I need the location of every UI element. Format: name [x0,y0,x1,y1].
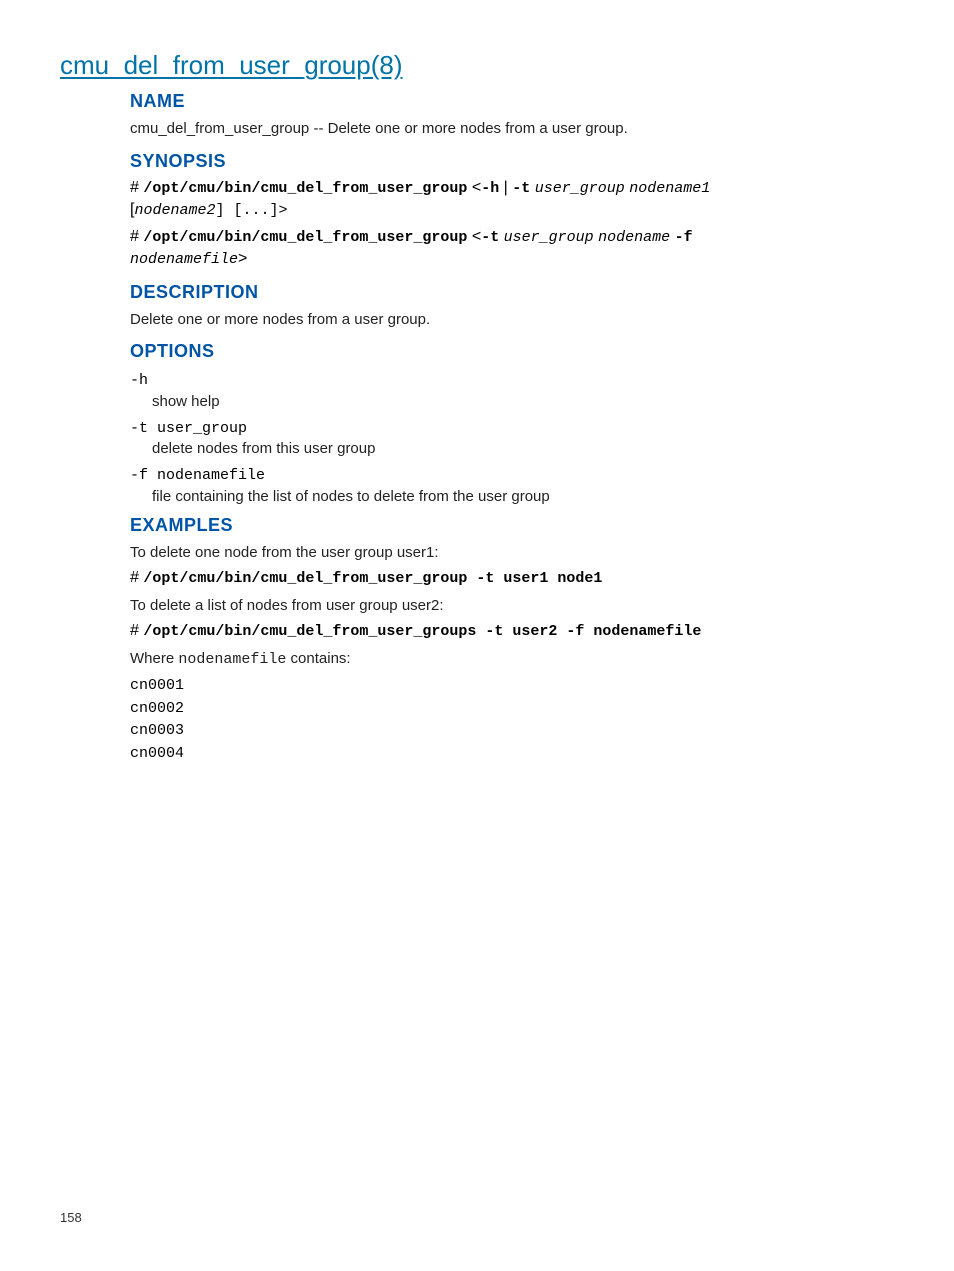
man-page: cmu_del_from_user_group(8) NAME cmu_del_… [0,0,954,807]
options-list: -h show help -t user_group delete nodes … [130,370,894,505]
synopsis-1-mid1: < [467,179,481,196]
section-examples-heading: EXAMPLES [130,515,894,536]
option-flag-text: -f [130,467,157,484]
example-2-prefix: # [130,622,143,639]
section-synopsis-heading: SYNOPSIS [130,151,894,172]
section-description-heading: DESCRIPTION [130,282,894,303]
option-flag-text: -h [130,372,148,389]
synopsis-2-usergroup: user_group [504,229,594,246]
synopsis-2-prefix: # [130,228,143,245]
synopsis-1-usergroup: user_group [535,180,625,197]
example-1-cmd: /opt/cmu/bin/cmu_del_from_user_group -t … [143,570,602,587]
example-2-cmd: /opt/cmu/bin/cmu_del_from_user_groups -t… [143,623,701,640]
synopsis-line-2: # /opt/cmu/bin/cmu_del_from_user_group <… [130,227,894,272]
where-post: contains: [286,650,350,667]
example-file-contents: cn0001 cn0002 cn0003 cn0004 [130,675,894,765]
name-sep: -- [309,120,327,137]
example-1-prefix: # [130,569,143,586]
description-text: Delete one or more nodes from a user gro… [130,309,894,332]
synopsis-line-1: # /opt/cmu/bin/cmu_del_from_user_group <… [130,178,894,223]
synopsis-1-prefix: # [130,179,143,196]
option-flag: -t user_group [130,418,894,441]
option-flag: -f nodenamefile [130,465,894,488]
option-desc: show help [152,393,894,410]
section-name-heading: NAME [130,91,894,112]
page-number: 158 [60,1210,82,1225]
where-pre: Where [130,650,178,667]
example-intro-1: To delete one node from the user group u… [130,542,894,565]
name-cmd: cmu_del_from_user_group [130,120,309,137]
name-line: cmu_del_from_user_group -- Delete one or… [130,118,894,141]
synopsis-2-file: nodenamefile [130,251,238,268]
example-cmd-2: # /opt/cmu/bin/cmu_del_from_user_groups … [130,621,894,644]
content-block: NAME cmu_del_from_user_group -- Delete o… [130,91,894,765]
synopsis-2-close: > [238,250,247,267]
synopsis-1-mid2: | [499,179,512,196]
synopsis-1-nodename2: nodename2 [134,202,215,219]
example-where: Where nodenamefile contains: [130,648,894,672]
where-code: nodenamefile [178,651,286,668]
option-arg-text: user_group [157,420,247,437]
synopsis-1-t: -t [512,180,530,197]
synopsis-1-close: ] [...]> [215,202,287,219]
synopsis-1-h: -h [481,180,499,197]
option-desc: file containing the list of nodes to del… [152,488,894,505]
option-flag-text: -t [130,420,157,437]
synopsis-2-t: -t [481,229,499,246]
synopsis-2-mid1: < [467,228,481,245]
synopsis-1-nodename1: nodename1 [629,180,710,197]
option-arg-text: nodenamefile [157,467,265,484]
name-desc: Delete one or more nodes from a user gro… [328,120,628,137]
example-intro-2: To delete a list of nodes from user grou… [130,595,894,618]
synopsis-2-cmd: /opt/cmu/bin/cmu_del_from_user_group [143,229,467,246]
option-flag: -h [130,370,894,393]
option-desc: delete nodes from this user group [152,440,894,457]
synopsis-1-cmd: /opt/cmu/bin/cmu_del_from_user_group [143,180,467,197]
synopsis-2-f: -f [675,229,693,246]
section-options-heading: OPTIONS [130,341,894,362]
synopsis-2-nodename: nodename [598,229,670,246]
example-cmd-1: # /opt/cmu/bin/cmu_del_from_user_group -… [130,568,894,591]
page-title: cmu_del_from_user_group(8) [60,50,894,81]
